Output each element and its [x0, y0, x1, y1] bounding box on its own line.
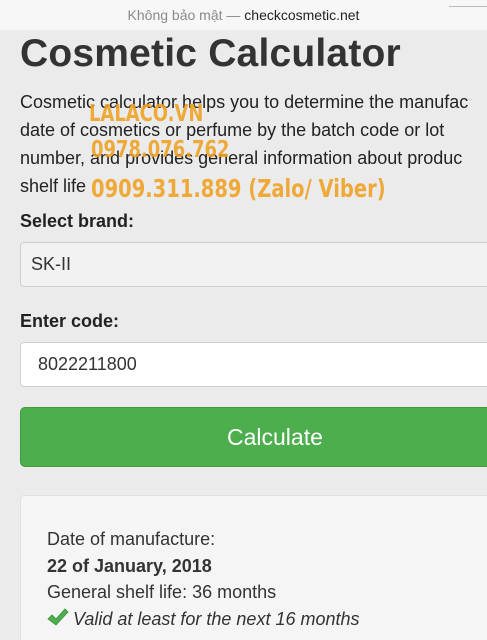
browser-address-bar[interactable]: Không bảo mật — checkcosmetic.net: [0, 0, 487, 30]
watermark-brand: LALACO.VN: [89, 101, 204, 127]
shelf-life: General shelf life: 36 months: [47, 582, 277, 602]
validity-status: Valid at least for the next 16 months: [47, 606, 487, 633]
page-content: Cosmetic Calculator Cosmetic calculator …: [0, 30, 487, 640]
site-domain: checkcosmetic.net: [244, 7, 360, 23]
manufacture-date: 22 of January, 2018: [47, 555, 212, 576]
validity-text: Valid at least for the next 16 months: [73, 608, 360, 629]
manufacture-label: Date of manufacture:: [47, 529, 216, 549]
check-icon: [47, 607, 69, 626]
security-label: Không bảo mật —: [127, 7, 241, 23]
brand-select[interactable]: SK-II: [20, 242, 487, 287]
brand-label: Select brand:: [20, 211, 135, 231]
code-input[interactable]: [20, 342, 487, 387]
code-label: Enter code:: [20, 311, 120, 331]
browser-menu-edge: [449, 0, 487, 7]
result-panel: Date of manufacture: 22 of January, 2018…: [20, 495, 487, 640]
watermark-phone: 0978.076.762: [91, 137, 230, 163]
calculate-button[interactable]: Calculate: [20, 407, 487, 467]
watermark-contact: 0909.311.889 (Zalo/ Viber): [91, 174, 386, 203]
page-title: Cosmetic Calculator: [20, 32, 401, 75]
